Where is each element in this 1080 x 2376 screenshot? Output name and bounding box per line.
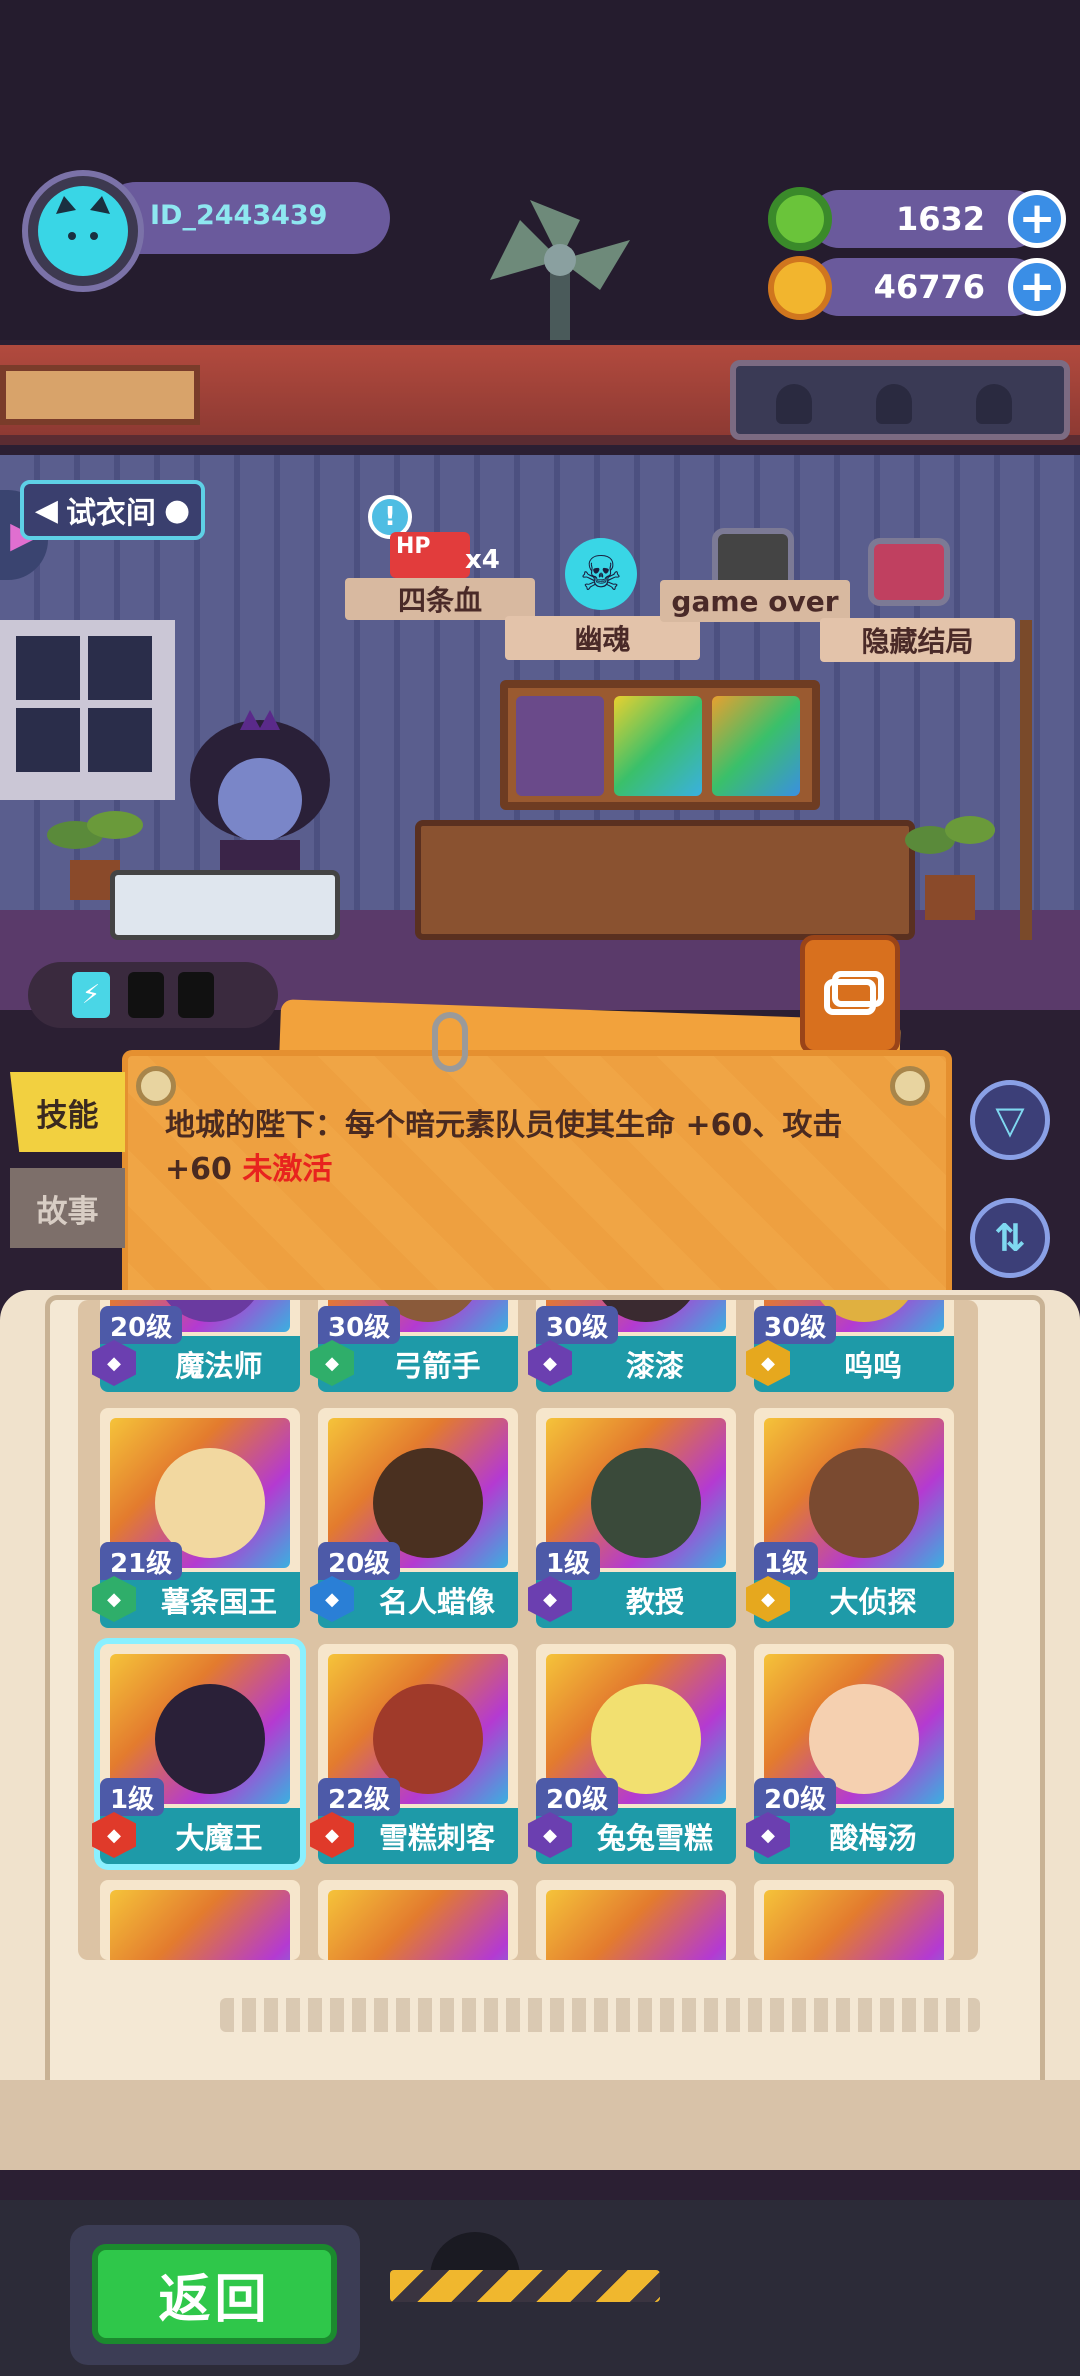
dot-icon: ● <box>163 492 191 528</box>
hero-card[interactable]: 大魔王 1级 ◆ <box>92 1644 300 1864</box>
hero-card-partial[interactable] <box>754 1880 954 1960</box>
shelf-block <box>0 365 200 425</box>
window <box>0 620 175 800</box>
filter-icon: ▽ <box>995 1098 1025 1142</box>
hero-level: 1级 <box>754 1542 819 1580</box>
energy-slot <box>128 972 164 1018</box>
currency-2-value: 46776 <box>873 268 985 306</box>
hero-card[interactable]: 漆漆 30级 ◆ <box>528 1300 736 1392</box>
currency-1-value: 1632 <box>895 200 985 238</box>
hero-grid: 魔法师 20级 ◆ 弓箭手 30级 ◆ 漆漆 30级 ◆ 呜呜 30级 ◆ 薯条国王 21级 ◆ 名人蜡像 20… <box>78 1300 978 1960</box>
desk <box>415 820 915 940</box>
hero-card[interactable]: 呜呜 30级 ◆ <box>746 1300 954 1392</box>
filter-button[interactable]: ▽ <box>970 1080 1050 1160</box>
ghost-icon <box>876 384 912 424</box>
green-donut-icon <box>768 187 832 251</box>
hero-card[interactable]: 兔兔雪糕 20级 ◆ <box>528 1644 736 1864</box>
card-stack-button[interactable] <box>800 935 900 1055</box>
sewing-machine <box>110 870 340 940</box>
fan-decoration <box>490 200 630 340</box>
tab-skill[interactable]: 技能 <box>10 1072 125 1152</box>
cat-avatar-icon <box>38 186 128 276</box>
hero-head <box>591 1448 701 1558</box>
ending-display-case <box>500 680 820 810</box>
hero-level: 30级 <box>318 1306 401 1344</box>
hp-potion-icon: HP <box>390 532 470 578</box>
hero-portrait <box>110 1890 290 1960</box>
hero-card[interactable]: 名人蜡像 20级 ◆ <box>310 1408 518 1628</box>
hero-card[interactable]: 魔法师 20级 ◆ <box>92 1300 300 1392</box>
ending-ghost[interactable]: 幽魂 <box>505 616 700 660</box>
paper-clip-icon <box>432 1012 468 1072</box>
ending-four-hp[interactable]: 四条血 <box>345 578 535 620</box>
hero-card[interactable]: 酸梅汤 20级 ◆ <box>746 1644 954 1864</box>
blurred-caption <box>220 1998 980 2032</box>
skill-status: 未激活 <box>242 1152 333 1187</box>
back-triangle-icon: ◀ <box>34 492 58 528</box>
tab-story[interactable]: 故事 <box>10 1168 125 1248</box>
hero-level: 20级 <box>100 1306 183 1344</box>
hero-card[interactable]: 弓箭手 30级 ◆ <box>310 1300 518 1392</box>
hero-level: 20级 <box>754 1778 837 1816</box>
hero-level: 20级 <box>536 1778 619 1816</box>
hero-card[interactable]: 教授 1级 ◆ <box>528 1408 736 1628</box>
hazard-stripe <box>390 2270 660 2302</box>
hero-portrait <box>328 1890 508 1960</box>
hero-head <box>809 1448 919 1558</box>
hero-level: 21级 <box>100 1542 183 1580</box>
ghost-skull-icon: ☠ <box>565 538 637 610</box>
pin-icon <box>136 1066 176 1106</box>
hero-level: 30级 <box>754 1306 837 1344</box>
plant-decoration <box>905 816 995 920</box>
add-currency-2-button[interactable]: + <box>1008 258 1066 316</box>
ghost-panel <box>730 360 1070 440</box>
back-button[interactable]: 返回 <box>92 2244 337 2344</box>
case-slot[interactable] <box>712 696 800 796</box>
hero-card[interactable]: 薯条国王 21级 ◆ <box>92 1408 300 1628</box>
hero-level: 30级 <box>536 1306 619 1344</box>
fitting-room-label: 试衣间 <box>65 496 156 531</box>
skill-description: 地城的陛下：每个暗元素队员使其生命 +60、攻击 +60 未激活 <box>165 1104 905 1192</box>
energy-bolt-icon: ⚡ <box>72 972 110 1018</box>
case-slot[interactable] <box>614 696 702 796</box>
hero-portrait <box>764 1890 944 1960</box>
hero-head <box>155 1684 265 1794</box>
ending-game-over[interactable]: game over <box>660 580 850 622</box>
add-currency-1-button[interactable]: + <box>1008 190 1066 248</box>
hp-multiplier: x4 <box>465 545 500 575</box>
hero-card[interactable]: 大侦探 1级 ◆ <box>746 1408 954 1628</box>
gold-planet-icon <box>768 256 832 320</box>
book-spine <box>0 2080 1080 2170</box>
hero-level: 22级 <box>318 1778 401 1816</box>
case-slot[interactable] <box>516 696 604 796</box>
energy-slot <box>178 972 214 1018</box>
hero-card-partial[interactable] <box>100 1880 300 1960</box>
sort-button[interactable]: ⇅ <box>970 1198 1050 1278</box>
hero-level: 20级 <box>318 1542 401 1580</box>
hero-card[interactable]: 雪糕刺客 22级 ◆ <box>310 1644 518 1864</box>
hidden-ending-tv-icon <box>868 538 950 606</box>
hero-card-partial[interactable] <box>318 1880 518 1960</box>
ending-hidden[interactable]: 隐藏结局 <box>820 618 1015 662</box>
hero-level: 1级 <box>100 1778 165 1816</box>
sort-icon: ⇅ <box>994 1216 1026 1260</box>
fitting-room-button[interactable]: ◀ 试衣间 ● <box>20 480 205 540</box>
coat-rack <box>1020 620 1032 940</box>
ghost-icon <box>976 384 1012 424</box>
user-id: ID_2443439 <box>150 200 328 231</box>
hero-card-partial[interactable] <box>536 1880 736 1960</box>
hero-level: 1级 <box>536 1542 601 1580</box>
ghost-icon <box>776 384 812 424</box>
hero-portrait <box>546 1890 726 1960</box>
pin-icon <box>890 1066 930 1106</box>
